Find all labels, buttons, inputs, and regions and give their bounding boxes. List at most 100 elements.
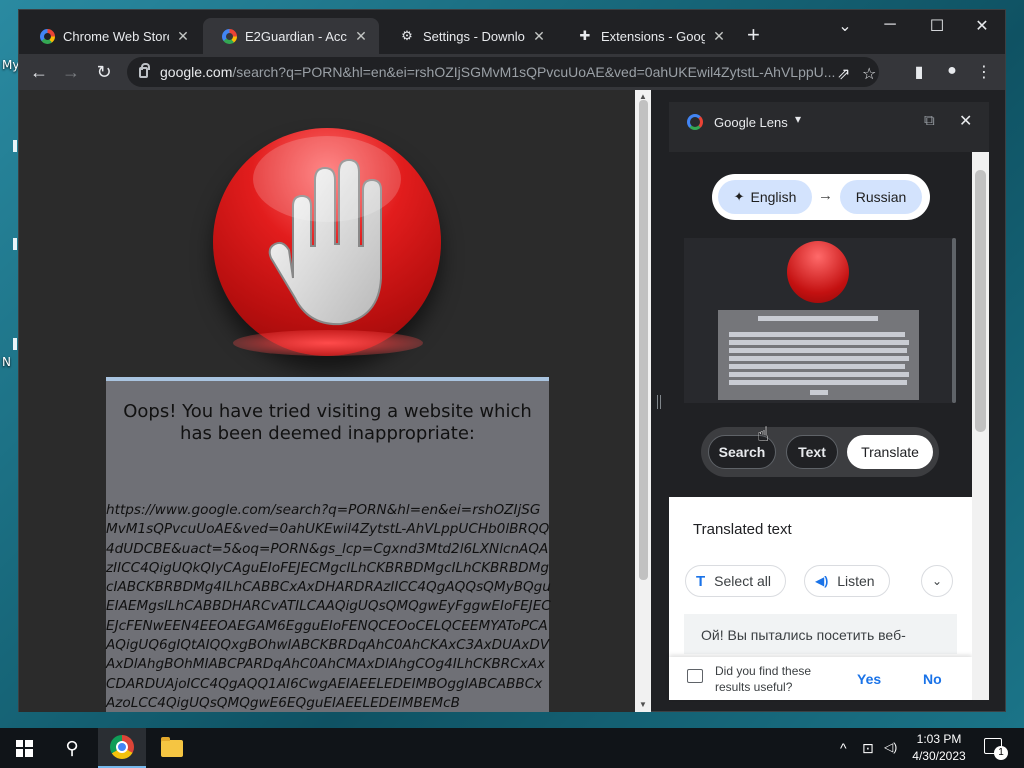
close-icon[interactable]: ✕	[175, 28, 191, 45]
lens-result-sheet: Translated text T Select all ◀) Listen ⌄…	[669, 497, 972, 700]
speaker-icon: ◀)	[815, 574, 829, 588]
stop-hand-thumbnail	[787, 241, 849, 303]
desktop-icon-mark[interactable]	[13, 140, 17, 152]
tab-label: Chrome Web Store	[63, 28, 169, 44]
mode-translate-button[interactable]: Translate	[847, 435, 933, 469]
desktop-icon-label[interactable]: My	[2, 58, 19, 72]
puzzle-icon: ✚	[579, 28, 591, 43]
maximize-button[interactable]: ☐	[914, 16, 960, 36]
feedback-bar: Did you find these results useful? Yes N…	[669, 657, 972, 700]
windows-logo-icon	[15, 739, 33, 757]
panel-resize-handle[interactable]	[657, 395, 661, 409]
back-button[interactable]: ←	[27, 60, 51, 84]
desktop-icon-label[interactable]: N	[2, 355, 11, 369]
google-lens-panel: Google Lens ▾ ⧉ ✕ ✦ English → Russian Se…	[669, 102, 989, 700]
chrome-icon	[110, 735, 134, 759]
forward-button[interactable]: →	[59, 60, 83, 84]
lock-icon[interactable]	[139, 62, 150, 78]
share-icon[interactable]: ⇗	[837, 64, 850, 84]
close-icon[interactable]: ✕	[711, 28, 727, 45]
taskbar: ⚲ ^ ⊡ ◁) 1:03 PM 4/30/2023 1	[0, 728, 1024, 768]
browser-window: Chrome Web Store ✕ E2Guardian - Access D…	[18, 9, 1006, 712]
stop-glow	[233, 330, 423, 356]
lens-header: Google Lens ▾ ⧉ ✕	[669, 102, 989, 142]
tab-strip: Chrome Web Store ✕ E2Guardian - Access D…	[19, 10, 1005, 54]
feedback-yes-button[interactable]: Yes	[857, 671, 881, 687]
close-window-button[interactable]: ✕	[959, 16, 1005, 36]
close-icon[interactable]: ✕	[531, 28, 547, 45]
select-all-button[interactable]: T Select all	[685, 565, 786, 597]
clock-date: 4/30/2023	[912, 749, 966, 763]
lens-image-preview[interactable]	[684, 238, 956, 403]
sparkle-icon: ✦	[733, 189, 745, 204]
lens-scroll-thumb[interactable]	[975, 170, 986, 432]
bookmark-star-icon[interactable]: ☆	[862, 64, 876, 84]
open-new-tab-icon[interactable]: ⧉	[924, 112, 935, 129]
side-panel-icon[interactable]: ▮	[909, 62, 929, 82]
google-lens-icon	[687, 114, 703, 130]
network-icon[interactable]: ⊡	[862, 740, 874, 757]
source-language-button[interactable]: ✦ English	[718, 180, 812, 214]
desktop-icon-mark[interactable]	[13, 338, 17, 350]
close-icon[interactable]: ✕	[353, 28, 369, 45]
overlay-line	[729, 332, 905, 337]
tab-label: E2Guardian - Access D	[245, 28, 347, 44]
scroll-up-arrow-icon[interactable]: ▲	[635, 92, 651, 101]
arrow-right-icon: →	[818, 187, 833, 204]
overlay-line	[758, 316, 878, 321]
url-path: /search?q=PORN&hl=en&ei=rshOZIjSGMvM1sQP…	[232, 64, 836, 80]
scroll-down-arrow-icon[interactable]: ▼	[635, 700, 651, 709]
lens-title[interactable]: Google Lens	[714, 115, 788, 130]
stop-hand-icon	[213, 128, 441, 356]
browser-toolbar: ← → ↻ google.com /search?q=PORN&hl=en&ei…	[19, 54, 1005, 90]
overlay-line	[729, 372, 909, 377]
feedback-question: Did you find these results useful?	[715, 664, 812, 694]
expand-chevron-icon[interactable]: ⌄	[921, 565, 953, 597]
tab-label: Settings - Downloads	[423, 28, 525, 44]
lens-mode-switcher: Search Text Translate	[701, 427, 939, 477]
blocked-title: Oops! You have tried visiting a website …	[123, 401, 532, 444]
clock[interactable]: 1:03 PM 4/30/2023	[906, 731, 972, 765]
listen-button[interactable]: ◀) Listen	[804, 565, 890, 597]
overlay-line	[729, 356, 909, 361]
preview-scrollbar[interactable]	[952, 238, 956, 403]
minimize-button[interactable]: ─	[867, 16, 913, 34]
tab-extensions[interactable]: ✚ Extensions - Google D ✕	[559, 18, 737, 54]
search-icon: ⚲	[65, 737, 79, 758]
target-language-button[interactable]: Russian	[840, 180, 922, 214]
tab-settings-downloads[interactable]: ⚙ Settings - Downloads ✕	[381, 18, 557, 54]
overlay-line	[810, 390, 828, 395]
reload-button[interactable]: ↻	[92, 60, 116, 84]
close-icon[interactable]: ✕	[959, 111, 972, 131]
tab-search-button[interactable]: ⌄	[822, 16, 868, 36]
source-language-label: English	[750, 189, 797, 205]
volume-icon[interactable]: ◁)	[884, 740, 897, 754]
search-button[interactable]: ⚲	[48, 728, 96, 768]
taskbar-chrome[interactable]	[98, 728, 146, 768]
address-bar[interactable]: google.com /search?q=PORN&hl=en&ei=rshOZ…	[127, 57, 879, 87]
translated-text[interactable]: Ой! Вы пытались посетить веб-	[684, 614, 957, 654]
taskbar-file-explorer[interactable]	[148, 728, 196, 768]
tray-chevron-icon[interactable]: ^	[840, 740, 847, 756]
feedback-no-button[interactable]: No	[923, 671, 942, 687]
language-selector: ✦ English → Russian	[712, 174, 930, 220]
feedback-icon	[687, 669, 703, 683]
select-all-label: Select all	[714, 573, 771, 589]
listen-label: Listen	[837, 573, 875, 589]
menu-icon[interactable]: ⋮	[974, 62, 994, 82]
overlay-line	[729, 340, 909, 345]
page-scroll-thumb[interactable]	[639, 100, 648, 580]
url-host: google.com	[160, 64, 233, 80]
mode-text-button[interactable]: Text	[786, 435, 838, 469]
desktop-icon-mark[interactable]	[13, 238, 17, 250]
chevron-down-icon[interactable]: ▾	[795, 112, 801, 126]
start-button[interactable]	[0, 728, 48, 768]
mouse-pointer-icon: ☝	[757, 424, 770, 446]
result-title: Translated text	[693, 521, 792, 538]
target-language-label: Russian	[855, 189, 907, 205]
profile-icon[interactable]: ●	[942, 62, 962, 80]
new-tab-button[interactable]: +	[747, 24, 760, 46]
tab-label: Extensions - Google D	[601, 28, 705, 44]
tab-chrome-web-store[interactable]: Chrome Web Store ✕	[21, 18, 201, 54]
tab-e2guardian[interactable]: E2Guardian - Access D ✕	[203, 18, 379, 54]
